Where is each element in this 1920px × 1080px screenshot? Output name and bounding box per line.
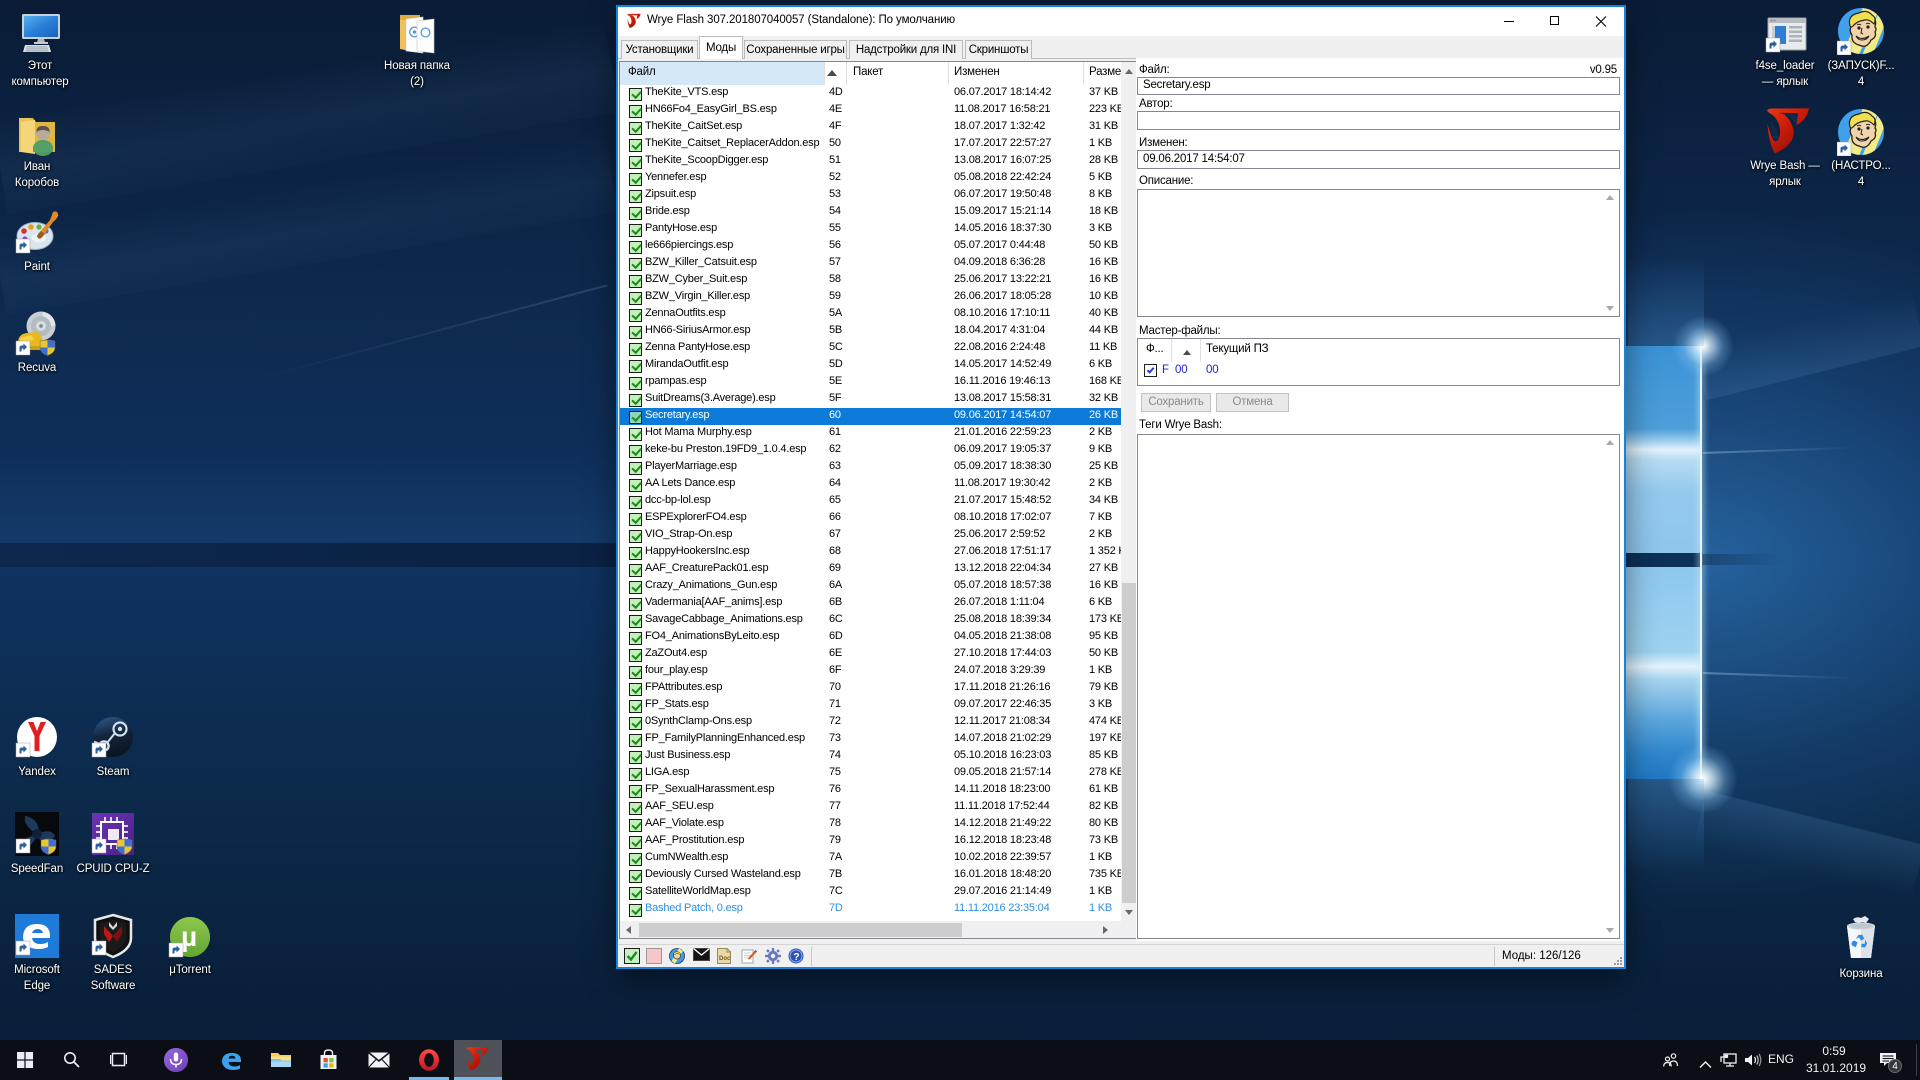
svg-text:Doc: Doc	[719, 956, 731, 962]
svg-text:?: ?	[793, 951, 799, 963]
svg-text:µ: µ	[181, 921, 197, 952]
